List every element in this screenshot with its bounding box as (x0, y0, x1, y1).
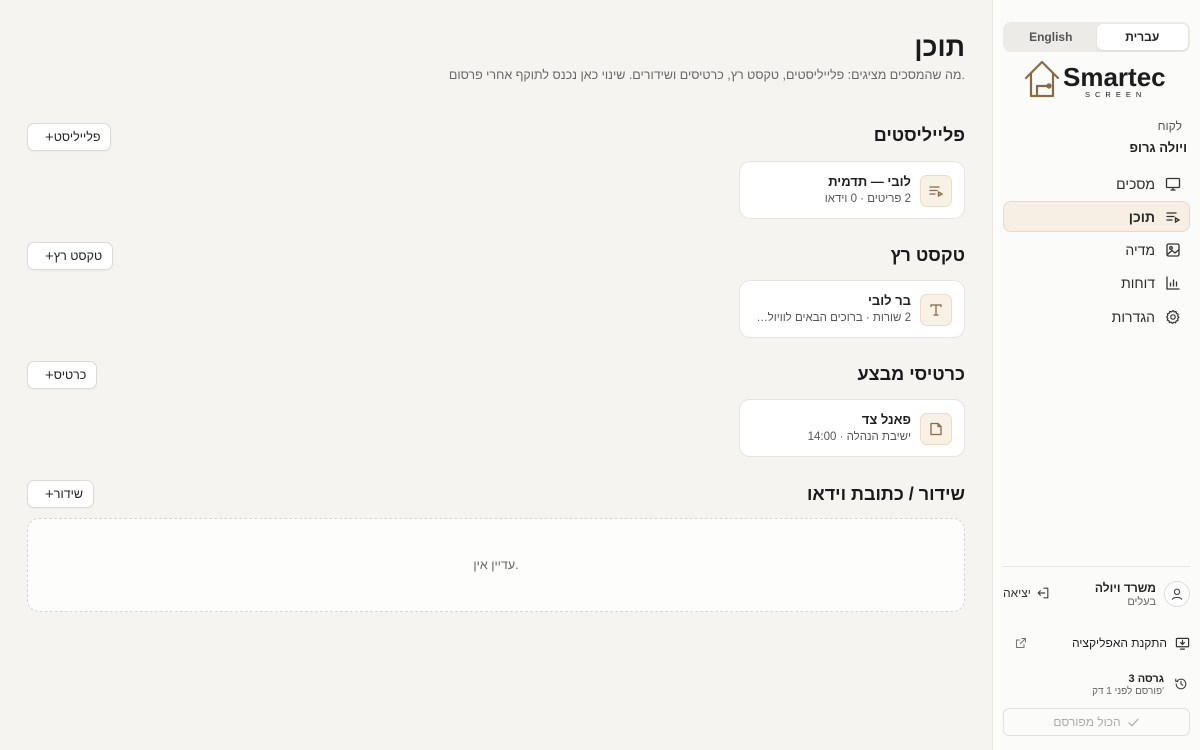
install-monitor-icon (1175, 636, 1190, 651)
sidebar-item-media[interactable]: מדיה (1003, 235, 1190, 266)
version-info: גרסה 3 פורסם לפני 1 דק' (1003, 671, 1190, 701)
version-subtitle: פורסם לפני 1 דק' (1092, 686, 1164, 697)
lang-option-hebrew[interactable]: עברית (1096, 24, 1188, 50)
main-content: תוכן מה שהמסכים מציגים: פלייליסטים, טקסט… (0, 0, 992, 750)
playlist-icon (920, 175, 952, 207)
logout-label: יציאה (1003, 586, 1031, 600)
sidebar-item-label: מסכים (1116, 175, 1155, 192)
logout-icon (1036, 586, 1050, 600)
add-ticker-button[interactable]: + טקסט רץ (27, 242, 114, 270)
text-icon (920, 294, 952, 326)
smartec-logo: Smartec SCREEN (1023, 58, 1173, 100)
image-icon (1165, 242, 1181, 258)
sidebar-item-label: מדיה (1125, 242, 1155, 259)
logout-button[interactable]: יציאה (1003, 586, 1050, 600)
plus-icon: + (45, 247, 54, 265)
publish-status-label: הכול מפורסם (1053, 715, 1121, 729)
plus-icon: + (45, 128, 54, 146)
gear-icon (1165, 309, 1181, 325)
user-role: בעלים (1127, 596, 1156, 608)
plus-icon: + (45, 366, 54, 384)
add-playlist-label: פלייליסט (53, 130, 101, 144)
page-subtitle: מה שהמסכים מציגים: פלייליסטים, טקסט רץ, … (448, 68, 965, 82)
plus-icon: + (45, 485, 54, 503)
page-title: תוכן (914, 32, 965, 62)
external-link-icon (1015, 636, 1027, 654)
card-title: פאנל צד (861, 412, 911, 427)
card-title: בר לובי (867, 293, 911, 308)
broadcast-empty-state: עדיין אין. (27, 518, 965, 612)
section-title-promo-cards: כרטיסי מבצע (857, 364, 965, 384)
bar-chart-icon (1165, 275, 1181, 291)
card-title: לובי — תדמית (828, 174, 911, 189)
client-name: ויולה גרופ (1129, 140, 1187, 155)
check-icon (1127, 716, 1140, 729)
sidebar: English עברית Smartec SCREEN לקוח ויולה … (992, 0, 1200, 750)
add-ticker-label: טקסט רץ (53, 249, 103, 263)
card-subtitle: 2 פריטים · 0 וידאו (824, 193, 911, 205)
client-label: לקוח (1157, 119, 1182, 133)
sidebar-item-reports[interactable]: דוחות (1003, 268, 1190, 299)
add-broadcast-button[interactable]: + שידור (27, 480, 94, 508)
user-row: משרד ויולה בעלים יציאה (1003, 577, 1190, 613)
section-title-playlists: פלייליסטים (873, 125, 965, 145)
playlist-icon (1165, 209, 1181, 225)
sidebar-divider (1003, 566, 1190, 567)
add-card-button[interactable]: + כרטיס (27, 361, 98, 389)
playlist-card[interactable]: לובי — תדמית 2 פריטים · 0 וידאו (739, 161, 965, 219)
logo-tagline-text: SCREEN (1085, 90, 1146, 99)
language-toggle: English עברית (1003, 22, 1190, 52)
promo-card[interactable]: פאנל צד ישיבת הנהלה · 14:00 (739, 399, 965, 457)
add-broadcast-label: שידור (53, 487, 83, 501)
install-app-link[interactable]: התקנת האפליקציה (1003, 633, 1190, 653)
logo-brand-text: Smartec (1063, 62, 1166, 92)
section-title-ticker: טקסט רץ (890, 245, 965, 265)
version-title: גרסה 3 (1128, 673, 1164, 685)
ticker-card[interactable]: בר לובי 2 שורות · ברוכים הבאים לוויולה ג… (739, 280, 965, 338)
sidebar-item-label: תוכן (1128, 208, 1155, 225)
user-name: משרד ויולה (1094, 581, 1156, 595)
sidebar-item-settings[interactable]: הגדרות (1003, 301, 1190, 332)
install-app-label: התקנת האפליקציה (1071, 636, 1167, 650)
sidebar-item-label: הגדרות (1111, 308, 1155, 325)
card-subtitle: ישיבת הנהלה · 14:00 (807, 431, 911, 443)
add-playlist-button[interactable]: + פלייליסט (27, 123, 112, 151)
lang-option-english[interactable]: English (1005, 24, 1097, 50)
history-icon (1174, 677, 1188, 696)
empty-state-text: עדיין אין. (473, 558, 519, 572)
note-icon (920, 413, 952, 445)
section-title-broadcast: שידור / כתובת וידאו (806, 484, 965, 504)
publish-status-button[interactable]: הכול מפורסם (1003, 708, 1190, 736)
card-subtitle: 2 שורות · ברוכים הבאים לוויולה גר... (751, 312, 911, 324)
monitor-icon (1165, 176, 1181, 192)
sidebar-item-content[interactable]: תוכן (1003, 201, 1190, 233)
sidebar-nav: מסכים תוכן מדיה דוחות הגדרות (1003, 168, 1190, 334)
add-card-label: כרטיס (53, 368, 87, 382)
avatar[interactable] (1164, 581, 1190, 607)
sidebar-item-screens[interactable]: מסכים (1003, 168, 1190, 199)
sidebar-item-label: דוחות (1121, 275, 1155, 292)
